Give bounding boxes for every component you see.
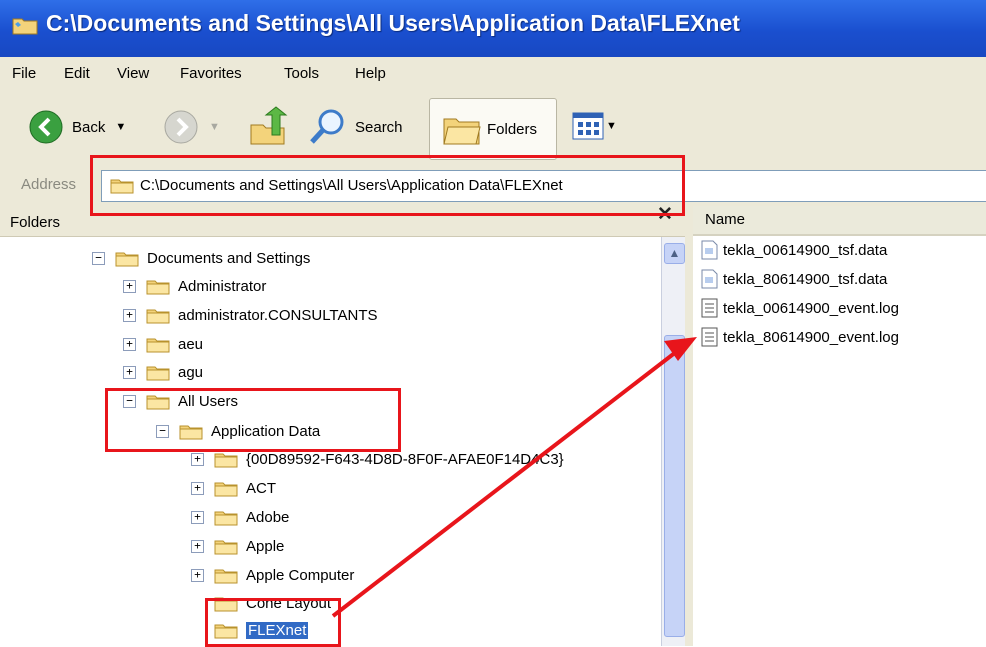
folder-icon	[110, 176, 134, 194]
forward-dropdown-icon[interactable]: ▼	[209, 121, 220, 133]
back-button[interactable]: Back ▼	[28, 109, 126, 145]
views-icon	[572, 112, 604, 140]
expand-icon[interactable]: +	[123, 337, 136, 351]
folder-tree: − Documents and Settings + Administrator…	[0, 237, 656, 646]
menu-file[interactable]: File	[12, 65, 36, 82]
address-value: C:\Documents and Settings\All Users\Appl…	[140, 177, 563, 194]
address-input[interactable]: C:\Documents and Settings\All Users\Appl…	[101, 170, 986, 202]
menu-favorites[interactable]: Favorites	[180, 65, 242, 82]
address-label: Address	[21, 176, 77, 193]
folder-icon	[214, 450, 238, 468]
tree-item-apple-computer[interactable]: + Apple Computer	[191, 563, 354, 587]
file-item[interactable]: tekla_80614900_tsf.data	[701, 268, 887, 290]
expand-icon[interactable]: +	[191, 568, 204, 582]
tree-item-apple[interactable]: + Apple	[191, 534, 284, 558]
menu-tools[interactable]: Tools	[284, 65, 319, 82]
folder-icon	[214, 537, 238, 555]
address-bar: Address C:\Documents and Settings\All Us…	[0, 166, 986, 206]
tree-item-flexnet[interactable]: FLEXnet	[214, 618, 309, 642]
tree-item-guid-folder[interactable]: + {00D89592-F643-4D8D-8F0F-AFAE0F14D4C3}	[191, 447, 564, 471]
folder-open-icon	[179, 422, 203, 440]
views-dropdown-icon[interactable]: ▼	[606, 120, 617, 132]
folders-pane-header: Folders	[0, 206, 685, 237]
title-bar: C:\Documents and Settings\All Users\Appl…	[0, 0, 986, 57]
back-arrow-icon	[29, 110, 63, 144]
folder-icon	[12, 18, 38, 35]
folder-icon	[214, 621, 238, 639]
window-title: C:\Documents and Settings\All Users\Appl…	[46, 10, 740, 36]
close-pane-icon[interactable]: ✕	[657, 203, 673, 226]
expand-icon[interactable]: +	[123, 365, 136, 379]
collapse-icon[interactable]: −	[156, 424, 169, 438]
expand-icon[interactable]: +	[123, 279, 136, 293]
tree-item-agu[interactable]: + agu	[123, 360, 203, 384]
search-button[interactable]: Search	[307, 107, 403, 147]
folders-button[interactable]: Folders	[429, 98, 557, 160]
tree-item-all-users[interactable]: − All Users	[123, 389, 238, 413]
column-header-name[interactable]: Name	[693, 206, 986, 236]
file-list-pane: Name tekla_00614900_tsf.data tekla_80614…	[693, 206, 986, 646]
folder-icon	[146, 335, 170, 353]
folder-open-icon	[146, 392, 170, 410]
collapse-icon[interactable]: −	[92, 251, 105, 265]
folder-icon	[146, 363, 170, 381]
menu-bar: File Edit View Favorites Tools Help	[0, 57, 986, 94]
folder-icon	[214, 479, 238, 497]
file-item[interactable]: tekla_80614900_event.log	[701, 326, 899, 348]
folder-icon	[214, 566, 238, 584]
expand-icon[interactable]: +	[191, 481, 204, 495]
forward-arrow-icon	[164, 110, 198, 144]
up-folder-icon	[250, 106, 288, 145]
folder-open-icon	[115, 249, 139, 267]
collapse-icon[interactable]: −	[123, 394, 136, 408]
up-folder-button[interactable]	[248, 105, 288, 147]
folder-icon	[214, 594, 238, 612]
folders-icon	[443, 118, 481, 145]
folder-icon	[146, 306, 170, 324]
tree-item-administrator[interactable]: + Administrator	[123, 274, 266, 298]
expand-icon[interactable]: +	[191, 539, 204, 553]
file-item[interactable]: tekla_00614900_tsf.data	[701, 239, 887, 261]
tree-item-application-data[interactable]: − Application Data	[156, 419, 320, 443]
tree-item-aeu[interactable]: + aeu	[123, 332, 203, 356]
views-button[interactable]: ▼	[572, 112, 617, 140]
tree-item-cone-layout[interactable]: Cone Layout	[214, 591, 331, 615]
data-file-icon	[701, 269, 718, 289]
back-dropdown-icon[interactable]: ▼	[115, 121, 126, 133]
folder-icon	[214, 508, 238, 526]
pane-splitter[interactable]	[685, 206, 693, 646]
folders-pane-title: Folders	[10, 214, 61, 231]
tree-item-documents-and-settings[interactable]: − Documents and Settings	[92, 246, 310, 270]
menu-help[interactable]: Help	[355, 65, 386, 82]
tree-item-act[interactable]: + ACT	[191, 476, 276, 500]
expand-icon[interactable]: +	[191, 510, 204, 524]
forward-button[interactable]: ▼	[163, 109, 220, 145]
tree-item-adobe[interactable]: + Adobe	[191, 505, 289, 529]
folder-icon	[146, 277, 170, 295]
toolbar: Back ▼ ▼ Search Folders ▼	[0, 93, 986, 167]
file-item[interactable]: tekla_00614900_event.log	[701, 297, 899, 319]
scroll-thumb[interactable]	[664, 335, 685, 637]
expand-icon[interactable]: +	[191, 452, 204, 466]
scroll-up-icon[interactable]: ▲	[664, 243, 685, 264]
expand-icon[interactable]: +	[123, 308, 136, 322]
data-file-icon	[701, 240, 718, 260]
tree-item-administrator-consultants[interactable]: + administrator.CONSULTANTS	[123, 303, 378, 327]
log-file-icon	[701, 298, 718, 318]
menu-view[interactable]: View	[117, 65, 149, 82]
log-file-icon	[701, 327, 718, 347]
menu-edit[interactable]: Edit	[64, 65, 90, 82]
tree-scrollbar[interactable]: ▲	[661, 237, 686, 646]
search-magnifier-icon	[310, 109, 344, 144]
selected-label: FLEXnet	[246, 621, 309, 639]
